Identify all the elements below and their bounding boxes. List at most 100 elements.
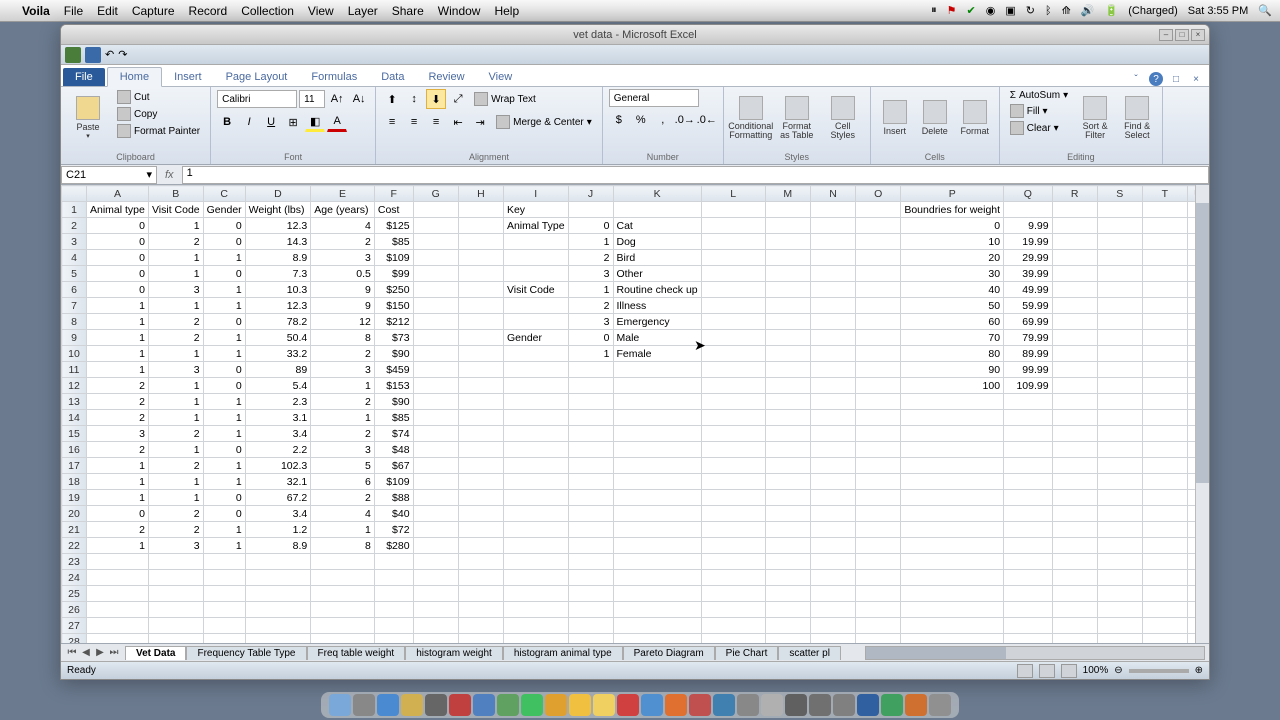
border-button[interactable]: ⊞ — [283, 112, 303, 132]
cell-N25[interactable] — [810, 586, 855, 602]
cell-D12[interactable]: 5.4 — [245, 378, 311, 394]
cell-B12[interactable]: 1 — [148, 378, 203, 394]
cell-J4[interactable]: 2 — [568, 250, 613, 266]
dock-app[interactable] — [329, 694, 351, 716]
cell-D17[interactable]: 102.3 — [245, 458, 311, 474]
cell-N7[interactable] — [810, 298, 855, 314]
cell-C14[interactable]: 1 — [203, 410, 245, 426]
cell-O18[interactable] — [856, 474, 901, 490]
cell-K13[interactable] — [613, 394, 701, 410]
cell-F14[interactable]: $85 — [374, 410, 413, 426]
cell-J9[interactable]: 0 — [568, 330, 613, 346]
tab-data[interactable]: Data — [369, 68, 416, 86]
cell-T26[interactable] — [1142, 602, 1187, 618]
cell-G16[interactable] — [413, 442, 458, 458]
cell-S3[interactable] — [1097, 234, 1142, 250]
cell-R16[interactable] — [1052, 442, 1097, 458]
cell-N16[interactable] — [810, 442, 855, 458]
cell-D13[interactable]: 2.3 — [245, 394, 311, 410]
cell-N8[interactable] — [810, 314, 855, 330]
tab-review[interactable]: Review — [416, 68, 476, 86]
cell-C22[interactable]: 1 — [203, 538, 245, 554]
cell-D26[interactable] — [245, 602, 311, 618]
cell-A2[interactable]: 0 — [87, 218, 149, 234]
cell-R25[interactable] — [1052, 586, 1097, 602]
cell-P13[interactable] — [901, 394, 1004, 410]
cell-S13[interactable] — [1097, 394, 1142, 410]
cell-N9[interactable] — [810, 330, 855, 346]
fill-color-button[interactable]: ◧ — [305, 112, 325, 132]
cell-C2[interactable]: 0 — [203, 218, 245, 234]
cell-B14[interactable]: 1 — [148, 410, 203, 426]
cell-J5[interactable]: 3 — [568, 266, 613, 282]
cell-D10[interactable]: 33.2 — [245, 346, 311, 362]
grow-font-button[interactable]: A↑ — [327, 89, 347, 109]
row-header-3[interactable]: 3 — [62, 234, 87, 250]
cell-K23[interactable] — [613, 554, 701, 570]
cell-B16[interactable]: 1 — [148, 442, 203, 458]
cell-K4[interactable]: Bird — [613, 250, 701, 266]
cell-E12[interactable]: 1 — [311, 378, 375, 394]
cell-I17[interactable] — [503, 458, 568, 474]
cell-M12[interactable] — [765, 378, 810, 394]
cell-H24[interactable] — [458, 570, 503, 586]
cell-L14[interactable] — [701, 410, 765, 426]
cell-J17[interactable] — [568, 458, 613, 474]
cell-O2[interactable] — [856, 218, 901, 234]
cell-O3[interactable] — [856, 234, 901, 250]
pause-icon[interactable]: ⏸ — [931, 4, 937, 17]
col-header-A[interactable]: A — [87, 186, 149, 202]
cell-L24[interactable] — [701, 570, 765, 586]
align-center-button[interactable]: ≡ — [404, 112, 424, 132]
cell-L7[interactable] — [701, 298, 765, 314]
cell-S1[interactable] — [1097, 202, 1142, 218]
cell-T16[interactable] — [1142, 442, 1187, 458]
cell-T20[interactable] — [1142, 506, 1187, 522]
horizontal-scrollbar[interactable] — [865, 646, 1205, 660]
dock-app[interactable] — [881, 694, 903, 716]
row-header-6[interactable]: 6 — [62, 282, 87, 298]
cell-I16[interactable] — [503, 442, 568, 458]
cell-N14[interactable] — [810, 410, 855, 426]
cell-K14[interactable] — [613, 410, 701, 426]
formula-input[interactable]: 1 — [182, 166, 1209, 184]
cell-T9[interactable] — [1142, 330, 1187, 346]
cell-I7[interactable] — [503, 298, 568, 314]
cell-D11[interactable]: 89 — [245, 362, 311, 378]
spreadsheet-grid[interactable]: ABCDEFGHIJKLMNOPQRSTU1Animal typeVisit C… — [61, 185, 1209, 643]
cell-E8[interactable]: 12 — [311, 314, 375, 330]
cell-G22[interactable] — [413, 538, 458, 554]
cell-Q16[interactable] — [1004, 442, 1053, 458]
help-icon[interactable]: ? — [1149, 72, 1163, 86]
cell-N17[interactable] — [810, 458, 855, 474]
cell-K24[interactable] — [613, 570, 701, 586]
cell-Q21[interactable] — [1004, 522, 1053, 538]
cell-E5[interactable]: 0.5 — [311, 266, 375, 282]
cell-I20[interactable] — [503, 506, 568, 522]
cell-F4[interactable]: $109 — [374, 250, 413, 266]
cell-T27[interactable] — [1142, 618, 1187, 634]
cell-I26[interactable] — [503, 602, 568, 618]
row-header-27[interactable]: 27 — [62, 618, 87, 634]
cell-Q24[interactable] — [1004, 570, 1053, 586]
cell-O1[interactable] — [856, 202, 901, 218]
cell-Q7[interactable]: 59.99 — [1004, 298, 1053, 314]
cell-G18[interactable] — [413, 474, 458, 490]
cell-P10[interactable]: 80 — [901, 346, 1004, 362]
cell-S6[interactable] — [1097, 282, 1142, 298]
col-header-N[interactable]: N — [810, 186, 855, 202]
col-header-I[interactable]: I — [503, 186, 568, 202]
cell-E1[interactable]: Age (years) — [311, 202, 375, 218]
cell-J1[interactable] — [568, 202, 613, 218]
cell-G27[interactable] — [413, 618, 458, 634]
sheet-nav-first[interactable]: ⏮ — [65, 647, 79, 658]
cell-Q9[interactable]: 79.99 — [1004, 330, 1053, 346]
cell-P24[interactable] — [901, 570, 1004, 586]
cell-H3[interactable] — [458, 234, 503, 250]
cell-S10[interactable] — [1097, 346, 1142, 362]
cell-A28[interactable] — [87, 634, 149, 644]
cell-L19[interactable] — [701, 490, 765, 506]
cell-F5[interactable]: $99 — [374, 266, 413, 282]
cell-H12[interactable] — [458, 378, 503, 394]
cell-B2[interactable]: 1 — [148, 218, 203, 234]
